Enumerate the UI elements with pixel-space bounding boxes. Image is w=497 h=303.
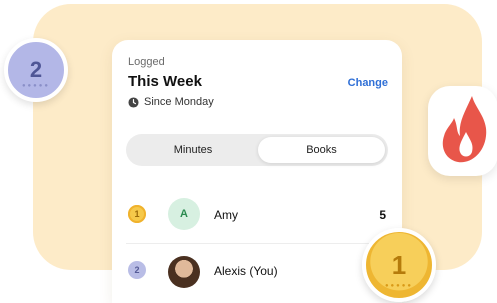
medal-number: 1 (391, 249, 407, 280)
change-button[interactable]: Change (348, 77, 388, 89)
member-name: Alexis (You) (214, 264, 278, 278)
metric-segmented-control: Minutes Books (126, 134, 388, 166)
leaderboard-row[interactable]: 2 Alexis (You) (126, 252, 388, 296)
medal-dots: ●●●●● (384, 283, 414, 289)
avatar (168, 256, 200, 288)
medal-number: 2 (29, 57, 43, 82)
rank-badge: 1 (128, 205, 146, 223)
leaderboard-card: Logged This Week Change Since Monday Min… (112, 40, 402, 303)
rank-badge: 2 (128, 261, 146, 279)
leaderboard-row[interactable]: 1 A Amy 5 (126, 192, 388, 236)
medal-dots: ●●●●● (21, 83, 51, 89)
second-place-medal: 2 ●●●●● (4, 38, 68, 102)
card-kicker: Logged (128, 56, 165, 68)
flame-icon (442, 96, 487, 163)
tab-minutes[interactable]: Minutes (129, 137, 257, 163)
tab-books[interactable]: Books (258, 137, 385, 163)
row-divider (126, 243, 388, 244)
card-title: This Week (128, 73, 202, 90)
member-score: 5 (379, 208, 386, 222)
clock-icon (128, 96, 139, 108)
first-place-medal: 1 ●●●●● (362, 228, 436, 302)
streak-badge (428, 86, 497, 176)
since-text: Since Monday (144, 96, 214, 108)
member-name: Amy (214, 208, 238, 222)
period-label: Since Monday (128, 96, 214, 108)
avatar: A (168, 198, 200, 230)
